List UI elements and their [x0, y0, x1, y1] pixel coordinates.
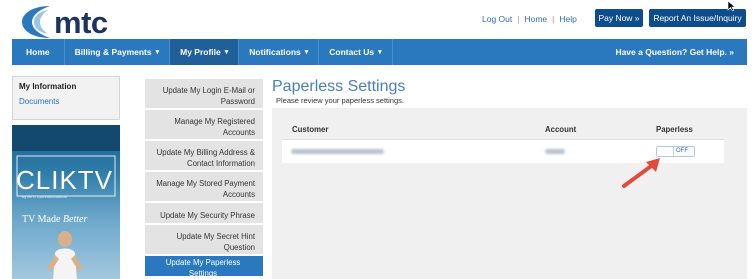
- mtc-logo[interactable]: mtc: [20, 4, 130, 40]
- tagline-emphasis: Better: [62, 214, 88, 225]
- column-header-paperless: Paperless: [656, 125, 693, 134]
- submenu-update-paperless[interactable]: Update My Paperless Settings: [145, 256, 263, 278]
- logout-link[interactable]: Log Out: [482, 14, 512, 24]
- submenu-manage-stored-payment[interactable]: Manage My Stored Payment Accounts: [145, 172, 263, 203]
- banner-tagline: TV Made Better: [22, 214, 87, 225]
- nav-notifications[interactable]: Notifications ▾: [239, 39, 320, 65]
- profile-submenu: Update My Login E-Mail or Password Manag…: [145, 79, 263, 278]
- chevron-down-icon: ▾: [224, 49, 229, 56]
- sidebar-title: My Information: [19, 82, 77, 91]
- column-header-account: Account: [545, 125, 577, 134]
- nav-home[interactable]: Home: [12, 39, 65, 65]
- logo-text: mtc: [54, 5, 108, 40]
- nav-label: Billing & Payments: [74, 47, 152, 57]
- submenu-update-billing-address[interactable]: Update My Billing Address & Contact Info…: [145, 141, 263, 172]
- sidebar-item-documents[interactable]: Documents: [19, 97, 113, 106]
- home-link[interactable]: Home: [524, 14, 547, 24]
- submenu-manage-registered-accounts[interactable]: Manage My Registered Accounts: [145, 110, 263, 141]
- submenu-update-secret-hint[interactable]: Update My Secret Hint Question: [145, 225, 263, 256]
- nav-label: Notifications: [249, 47, 301, 57]
- help-link[interactable]: Help: [559, 14, 576, 24]
- get-help-link[interactable]: Have a Question? Get Help. »: [602, 39, 747, 65]
- mouse-cursor-icon: [727, 0, 736, 12]
- submenu-update-security-phrase[interactable]: Update My Security Phrase: [145, 203, 263, 225]
- link-separator: |: [552, 14, 555, 24]
- nav-my-profile[interactable]: My Profile ▾: [170, 39, 240, 65]
- chevron-down-icon: ▾: [304, 49, 309, 56]
- submenu-update-login[interactable]: Update My Login E-Mail or Password: [145, 79, 263, 110]
- top-links: Log Out | Home | Help: [482, 14, 577, 24]
- person-figure-icon: [47, 231, 83, 279]
- nav-contact-us[interactable]: Contact Us ▾: [319, 39, 393, 65]
- tagline-part: TV Made: [22, 214, 63, 225]
- banner-brand: CLIKTV: [16, 165, 114, 195]
- cliktv-banner[interactable]: CLIKTV by MTC Communications TV Made Bet…: [12, 125, 120, 279]
- column-header-customer: Customer: [292, 125, 329, 134]
- toggle-state-label: OFF: [676, 148, 688, 154]
- nav-label: Contact Us: [329, 47, 375, 57]
- customer-name-redacted: [291, 149, 384, 154]
- account-number-redacted: [545, 149, 565, 154]
- page-subtitle: Please review your paperless settings.: [276, 96, 404, 105]
- link-separator: |: [517, 14, 520, 24]
- nav-billing-payments[interactable]: Billing & Payments ▾: [65, 39, 171, 65]
- page-title: Paperless Settings: [272, 78, 406, 95]
- chevron-down-icon: ▾: [378, 49, 382, 56]
- red-arrow-icon: [622, 158, 660, 188]
- nav-label: Home: [26, 47, 50, 57]
- banner-header-strip: [12, 125, 120, 151]
- sidebar-my-information: My Information Documents: [12, 76, 120, 120]
- chevron-down-icon: ▾: [155, 49, 160, 56]
- pay-now-button[interactable]: Pay Now »: [595, 9, 643, 27]
- main-nav: Home Billing & Payments ▾ My Profile ▾ N…: [12, 39, 747, 65]
- nav-label: My Profile: [180, 47, 221, 57]
- banner-sub: by MTC Communications: [22, 194, 67, 199]
